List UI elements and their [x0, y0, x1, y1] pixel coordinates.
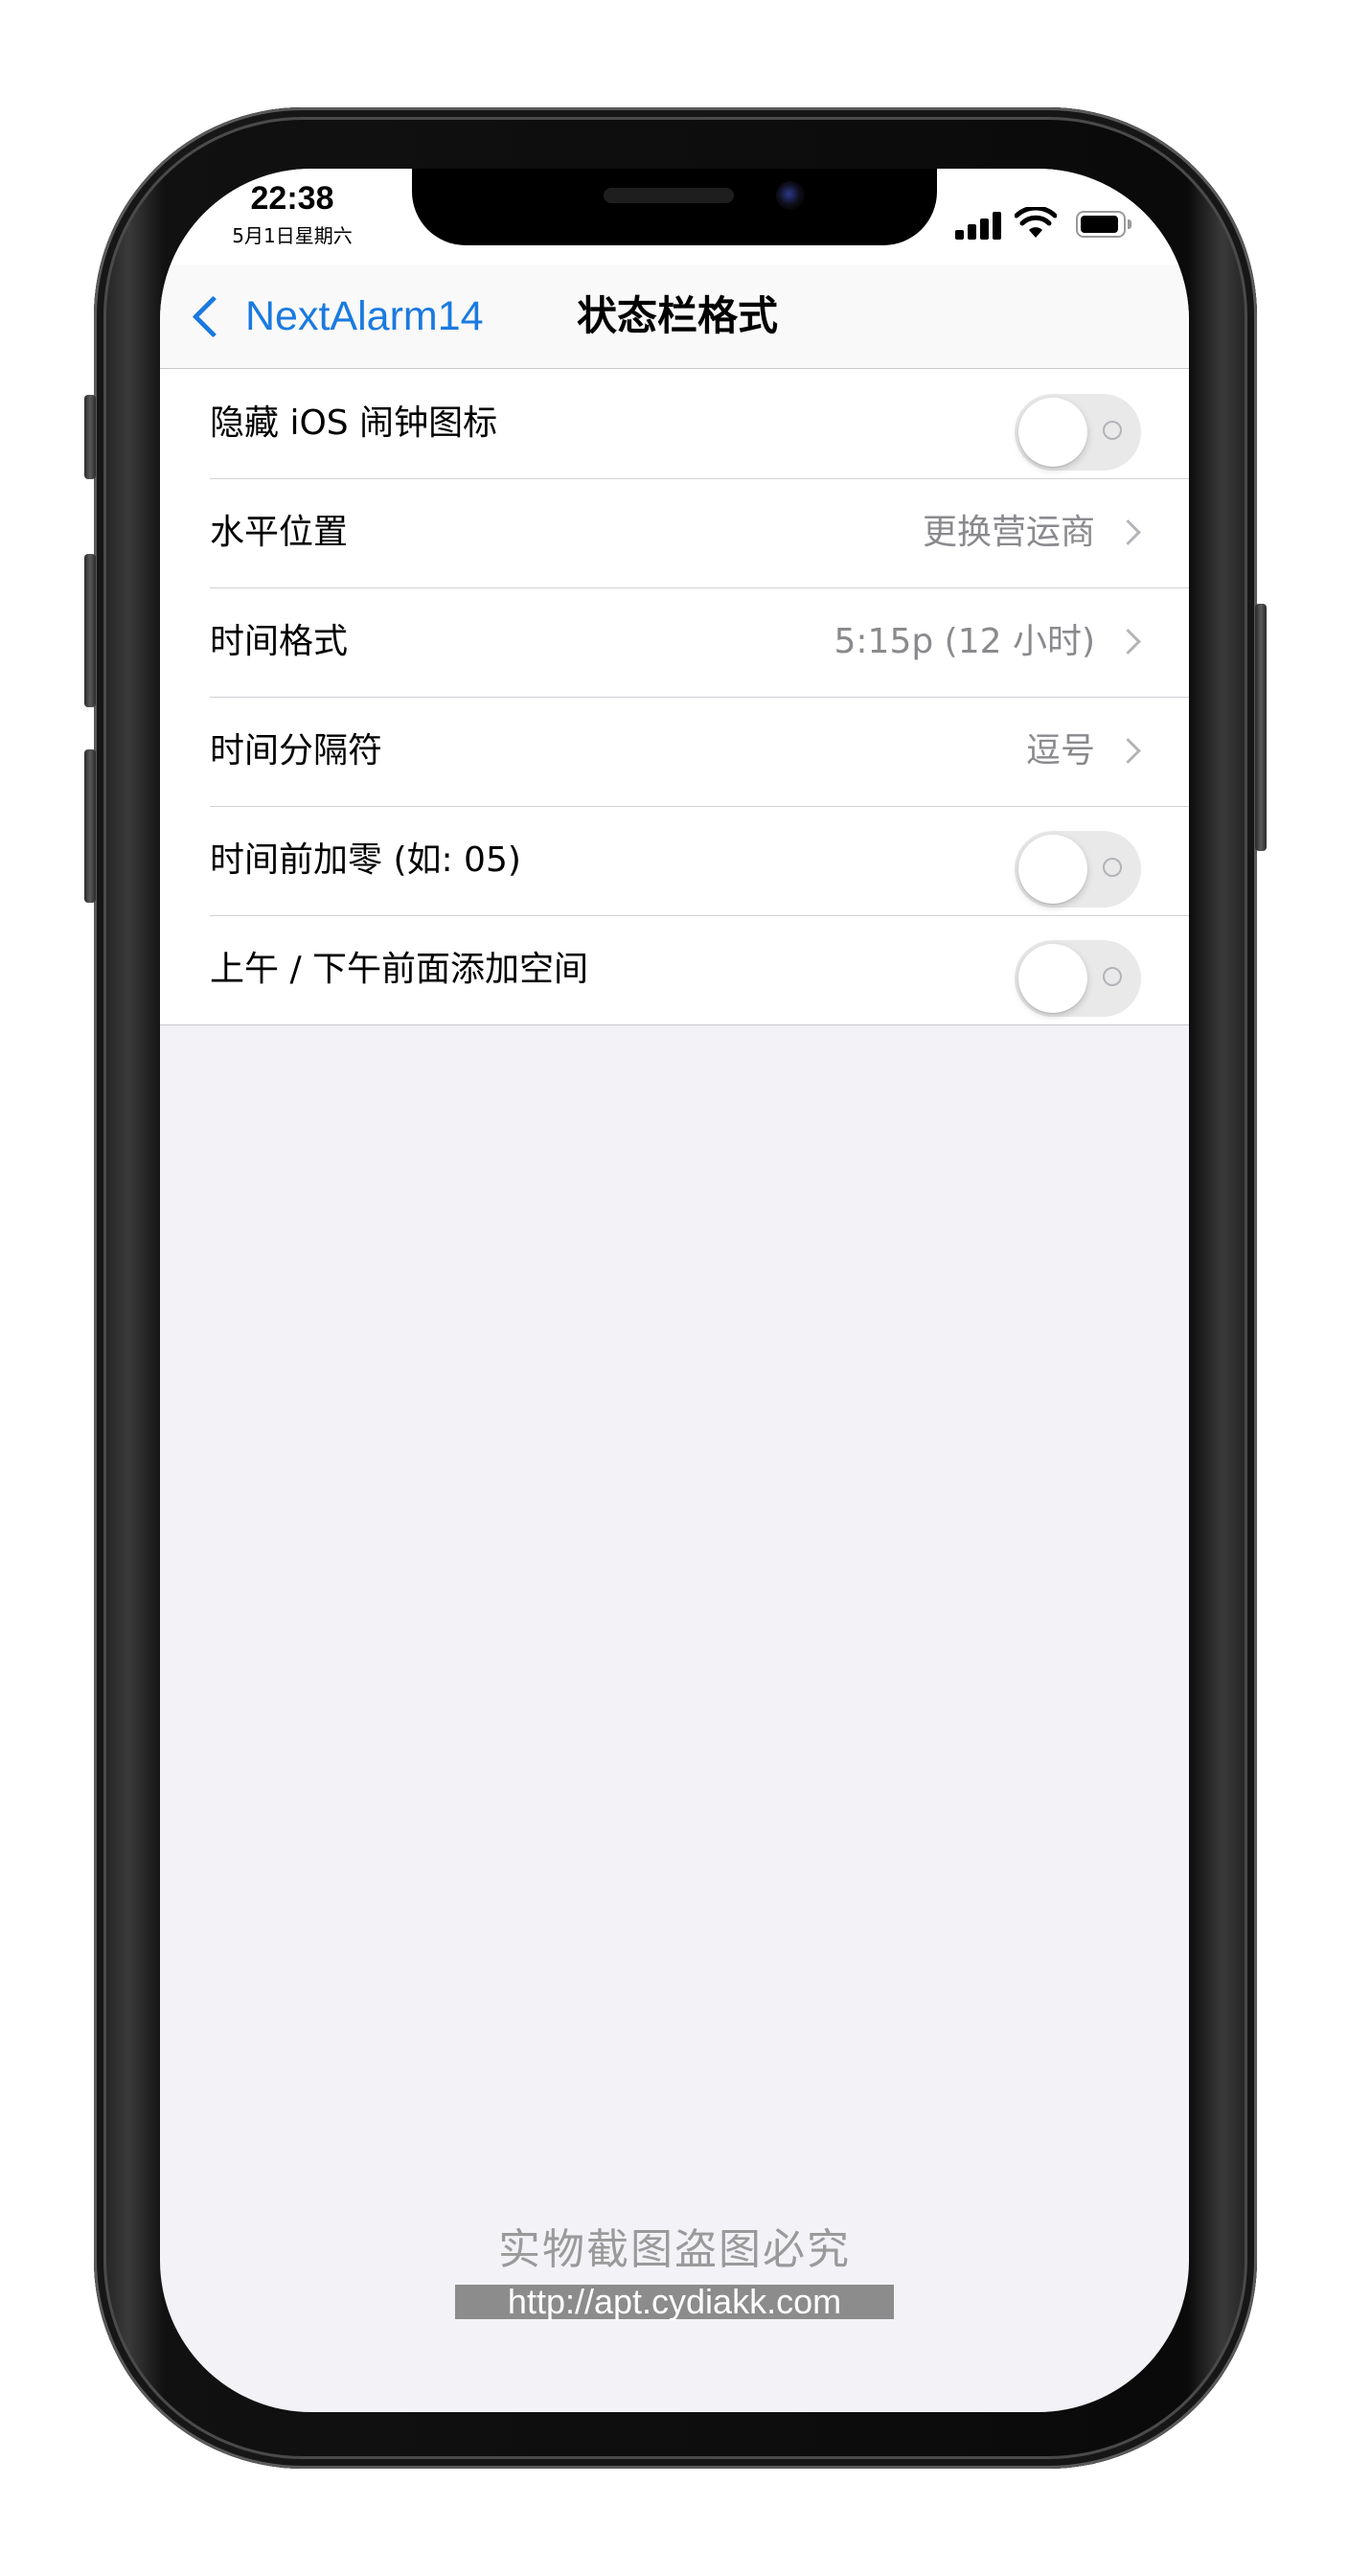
- setting-label: 时间格式: [210, 622, 349, 661]
- hide-alarm-icon-toggle[interactable]: [1015, 394, 1141, 471]
- setting-label: 时间分隔符: [210, 731, 383, 770]
- front-camera: [776, 181, 805, 210]
- back-button-label: NextAlarm14: [245, 292, 484, 339]
- toggle-off-indicator-icon: [1103, 858, 1122, 877]
- page-title: 状态栏格式: [576, 292, 778, 339]
- wifi-icon: [1015, 207, 1057, 238]
- earpiece-speaker: [604, 188, 734, 203]
- setting-label: 水平位置: [210, 513, 349, 552]
- leading-zero-toggle[interactable]: [1015, 831, 1141, 908]
- navigation-bar: NextAlarm14 状态栏格式: [160, 264, 1189, 369]
- setting-leading-zero: 时间前加零 (如: 05): [160, 806, 1189, 915]
- power-button: [1255, 604, 1267, 851]
- setting-label: 隐藏 iOS 闹钟图标: [210, 403, 498, 443]
- chevron-right-icon: [1115, 519, 1141, 545]
- setting-value: 5:15p (12 小时): [834, 622, 1095, 661]
- watermark-url: http://apt.cydiakk.com: [455, 2285, 894, 2319]
- setting-label: 上午 / 下午前面添加空间: [210, 950, 589, 989]
- watermark-text: 实物截图盗图必究: [498, 2225, 851, 2274]
- setting-value: 更换营运商: [922, 513, 1095, 552]
- toggle-off-indicator-icon: [1103, 421, 1122, 440]
- toggle-knob: [1018, 944, 1087, 1013]
- setting-label: 时间前加零 (如: 05): [210, 840, 521, 880]
- volume-down-button: [84, 749, 96, 903]
- back-button[interactable]: NextAlarm14: [187, 291, 484, 341]
- am-pm-space-toggle[interactable]: [1015, 940, 1141, 1017]
- notch: [412, 169, 937, 245]
- volume-up-button: [84, 554, 96, 707]
- status-time: 22:38: [250, 180, 334, 217]
- status-date: 5月1日星期六: [232, 224, 353, 247]
- chevron-right-icon: [1115, 629, 1141, 655]
- setting-am-pm-space: 上午 / 下午前面添加空间: [160, 915, 1189, 1024]
- settings-list: 隐藏 iOS 闹钟图标 水平位置 更换营运商 时间格式 5:15p (12 小时…: [160, 369, 1189, 1025]
- toggle-knob: [1018, 398, 1087, 467]
- chevron-right-icon: [1115, 738, 1141, 764]
- setting-time-format[interactable]: 时间格式 5:15p (12 小时): [160, 587, 1189, 697]
- setting-time-separator[interactable]: 时间分隔符 逗号: [160, 697, 1189, 806]
- toggle-off-indicator-icon: [1103, 967, 1122, 986]
- phone-screen: 22:38 5月1日星期六 NextAlarm14 状态栏格式 隐藏 iOS 闹…: [160, 169, 1189, 2412]
- mute-switch: [84, 395, 96, 479]
- setting-horizontal-position[interactable]: 水平位置 更换营运商: [160, 478, 1189, 587]
- cellular-signal-icon: [955, 211, 1001, 240]
- toggle-knob: [1018, 835, 1087, 904]
- setting-hide-ios-alarm-icon: 隐藏 iOS 闹钟图标: [160, 369, 1189, 478]
- setting-value: 逗号: [1025, 731, 1095, 770]
- battery-icon: [1076, 211, 1133, 238]
- chevron-left-icon: [192, 295, 235, 337]
